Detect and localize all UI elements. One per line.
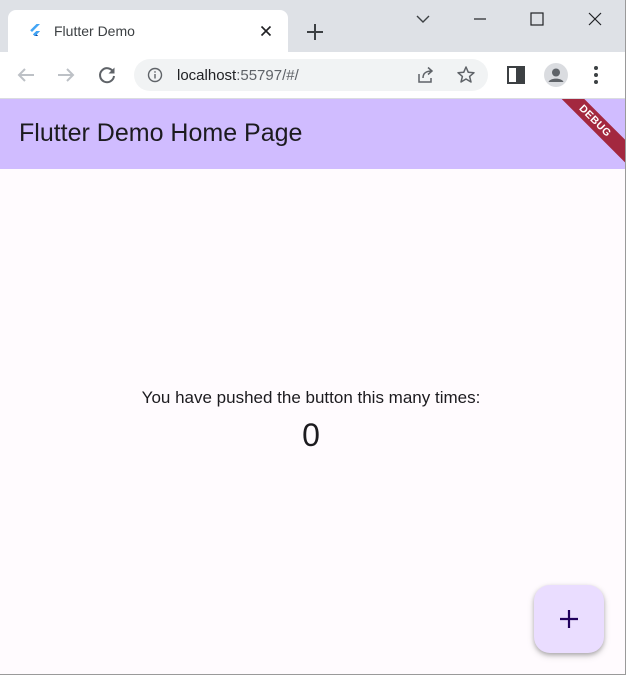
browser-window: Flutter Demo localhost:55797/#/ Flutter … [0,0,626,675]
info-icon[interactable] [147,67,163,83]
counter-value: 0 [302,417,320,453]
debug-banner: DEBUG [546,99,625,169]
back-arrow-icon[interactable] [14,63,38,87]
tab-search-icon[interactable] [410,6,436,32]
tab-title: Flutter Demo [54,23,135,39]
counter-label: You have pushed the button this many tim… [141,388,481,407]
side-panel-icon[interactable] [504,63,528,87]
address-bar[interactable]: localhost:55797/#/ [134,59,488,91]
tab-flutter-demo[interactable]: Flutter Demo [8,10,288,52]
url-host: localhost [177,67,237,84]
minimize-icon[interactable] [467,6,493,32]
more-vert-icon[interactable] [584,63,608,87]
maximize-icon[interactable] [524,6,550,32]
increment-button[interactable] [534,585,604,653]
app-bar: Flutter Demo Home Page DEBUG [0,99,625,169]
star-icon[interactable] [456,65,476,85]
flutter-logo-icon [30,24,40,37]
browser-toolbar: localhost:55797/#/ [0,52,625,99]
app-body: You have pushed the button this many tim… [0,169,625,674]
add-icon [560,610,578,628]
url-text: localhost:55797/#/ [177,67,299,84]
tab-strip: Flutter Demo [0,0,625,52]
plus-icon[interactable] [303,20,327,44]
page-title: Flutter Demo Home Page [19,119,303,147]
close-window-icon[interactable] [582,6,608,32]
url-path: :55797/#/ [236,67,299,84]
close-icon[interactable] [258,23,274,39]
reload-icon[interactable] [95,63,119,87]
profile-icon[interactable] [544,63,568,87]
forward-arrow-icon[interactable] [54,63,78,87]
share-icon[interactable] [416,65,436,85]
